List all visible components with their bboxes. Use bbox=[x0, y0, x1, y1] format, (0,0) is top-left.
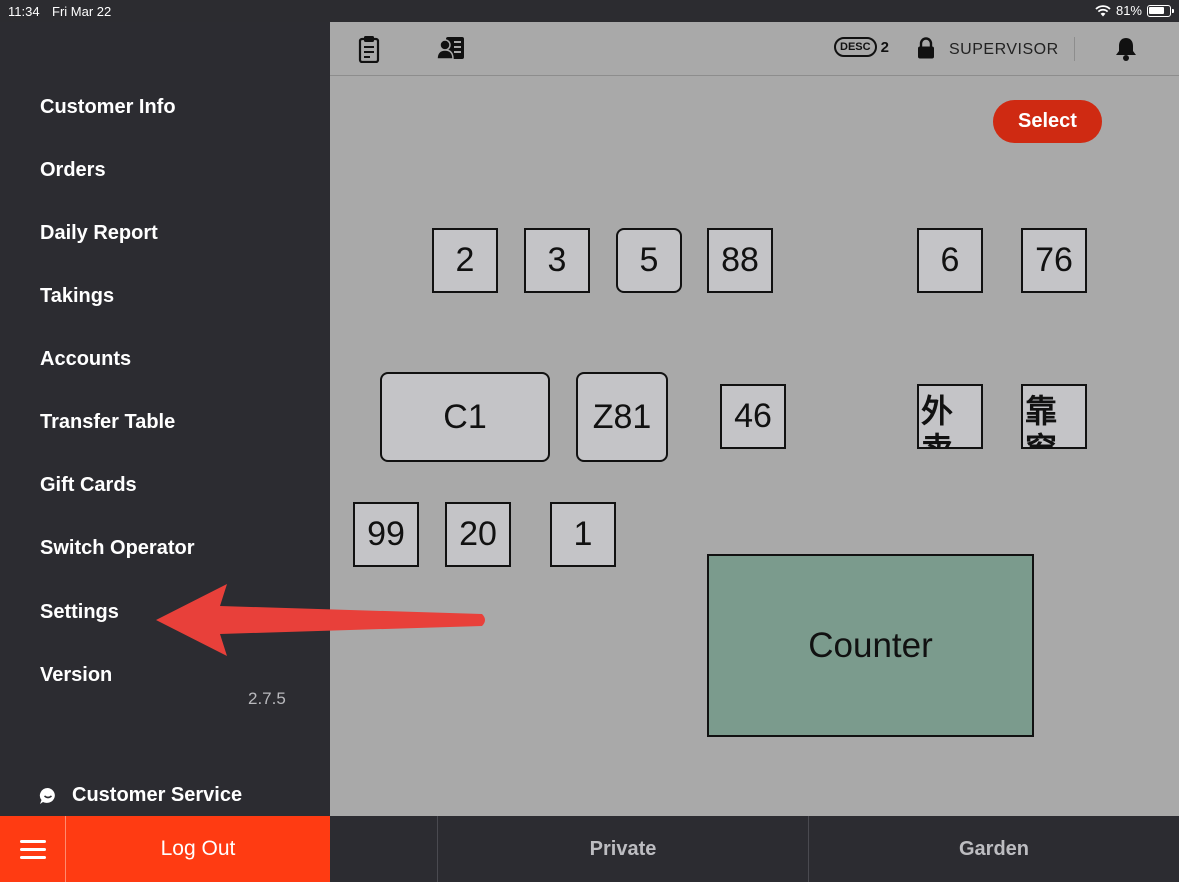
tab-private[interactable]: Private bbox=[437, 816, 808, 882]
zone-tabs: Private Garden bbox=[330, 816, 1179, 882]
customer-service-label: Customer Service bbox=[72, 784, 243, 806]
menu-icon[interactable] bbox=[0, 816, 66, 882]
desc-count: 2 bbox=[880, 38, 889, 56]
sidebar-item-takings[interactable]: Takings bbox=[40, 285, 114, 308]
table-76[interactable]: 76 bbox=[1021, 228, 1087, 293]
sidebar-item-orders[interactable]: Orders bbox=[40, 159, 106, 182]
bottom-action-bar: Log Out bbox=[0, 816, 330, 882]
annotation-arrow bbox=[156, 584, 485, 656]
top-toolbar: DESC 2 SUPERVISOR bbox=[330, 22, 1179, 76]
battery-level bbox=[1149, 6, 1165, 14]
sidebar-item-gift-cards[interactable]: Gift Cards bbox=[40, 474, 137, 497]
toolbar-divider bbox=[1074, 37, 1075, 61]
status-date: Fri Mar 22 bbox=[52, 4, 112, 19]
status-bar: 11:34 Fri Mar 22 81% bbox=[0, 0, 1179, 22]
table-1[interactable]: 1 bbox=[550, 502, 616, 567]
tab-garden[interactable]: Garden bbox=[808, 816, 1179, 882]
wifi-icon bbox=[1095, 4, 1111, 16]
version-value: 2.7.5 bbox=[248, 689, 286, 708]
counter-table[interactable]: Counter bbox=[707, 554, 1034, 737]
customer-service-button[interactable]: Customer Service bbox=[38, 784, 242, 807]
table-z81[interactable]: Z81 bbox=[576, 372, 668, 462]
table-5[interactable]: 5 bbox=[616, 228, 682, 293]
table-20[interactable]: 20 bbox=[445, 502, 511, 567]
sidebar-item-settings[interactable]: Settings bbox=[40, 601, 119, 624]
sidebar-item-daily-report[interactable]: Daily Report bbox=[40, 222, 158, 245]
logout-button[interactable]: Log Out bbox=[66, 816, 330, 882]
bell-icon[interactable] bbox=[1114, 36, 1138, 62]
table-99[interactable]: 99 bbox=[353, 502, 419, 567]
clipboard-icon[interactable] bbox=[358, 35, 380, 63]
table-6[interactable]: 6 bbox=[917, 228, 983, 293]
desc-sort-icon: DESC bbox=[834, 37, 877, 57]
battery-percent: 81% bbox=[1115, 3, 1142, 18]
table-c1[interactable]: C1 bbox=[380, 372, 550, 462]
operator-role[interactable]: SUPERVISOR bbox=[949, 41, 1059, 59]
select-button[interactable]: Select bbox=[993, 100, 1102, 143]
sidebar-item-transfer-table[interactable]: Transfer Table bbox=[40, 411, 175, 434]
desc-sort-button[interactable]: DESC 2 bbox=[834, 37, 889, 57]
sidebar: Customer Info Orders Daily Report Taking… bbox=[0, 22, 330, 816]
status-indicators: 81% bbox=[1095, 3, 1174, 18]
battery-icon bbox=[1147, 4, 1174, 17]
table-46[interactable]: 46 bbox=[720, 384, 786, 449]
sidebar-item-accounts[interactable]: Accounts bbox=[40, 348, 131, 371]
customer-card-icon[interactable] bbox=[437, 35, 465, 61]
table-2[interactable]: 2 bbox=[432, 228, 498, 293]
table-takeaway[interactable]: 外卖 bbox=[917, 384, 983, 449]
table-88[interactable]: 88 bbox=[707, 228, 773, 293]
table-window[interactable]: 靠窗 bbox=[1021, 384, 1087, 449]
table-3[interactable]: 3 bbox=[524, 228, 590, 293]
sidebar-item-switch-operator[interactable]: Switch Operator bbox=[40, 537, 194, 560]
sidebar-item-version: Version bbox=[40, 664, 113, 686]
lock-icon bbox=[918, 37, 934, 59]
chat-bubble-icon bbox=[39, 787, 55, 804]
sidebar-item-customer-info[interactable]: Customer Info bbox=[40, 96, 176, 119]
status-time: 11:34 bbox=[8, 4, 40, 19]
